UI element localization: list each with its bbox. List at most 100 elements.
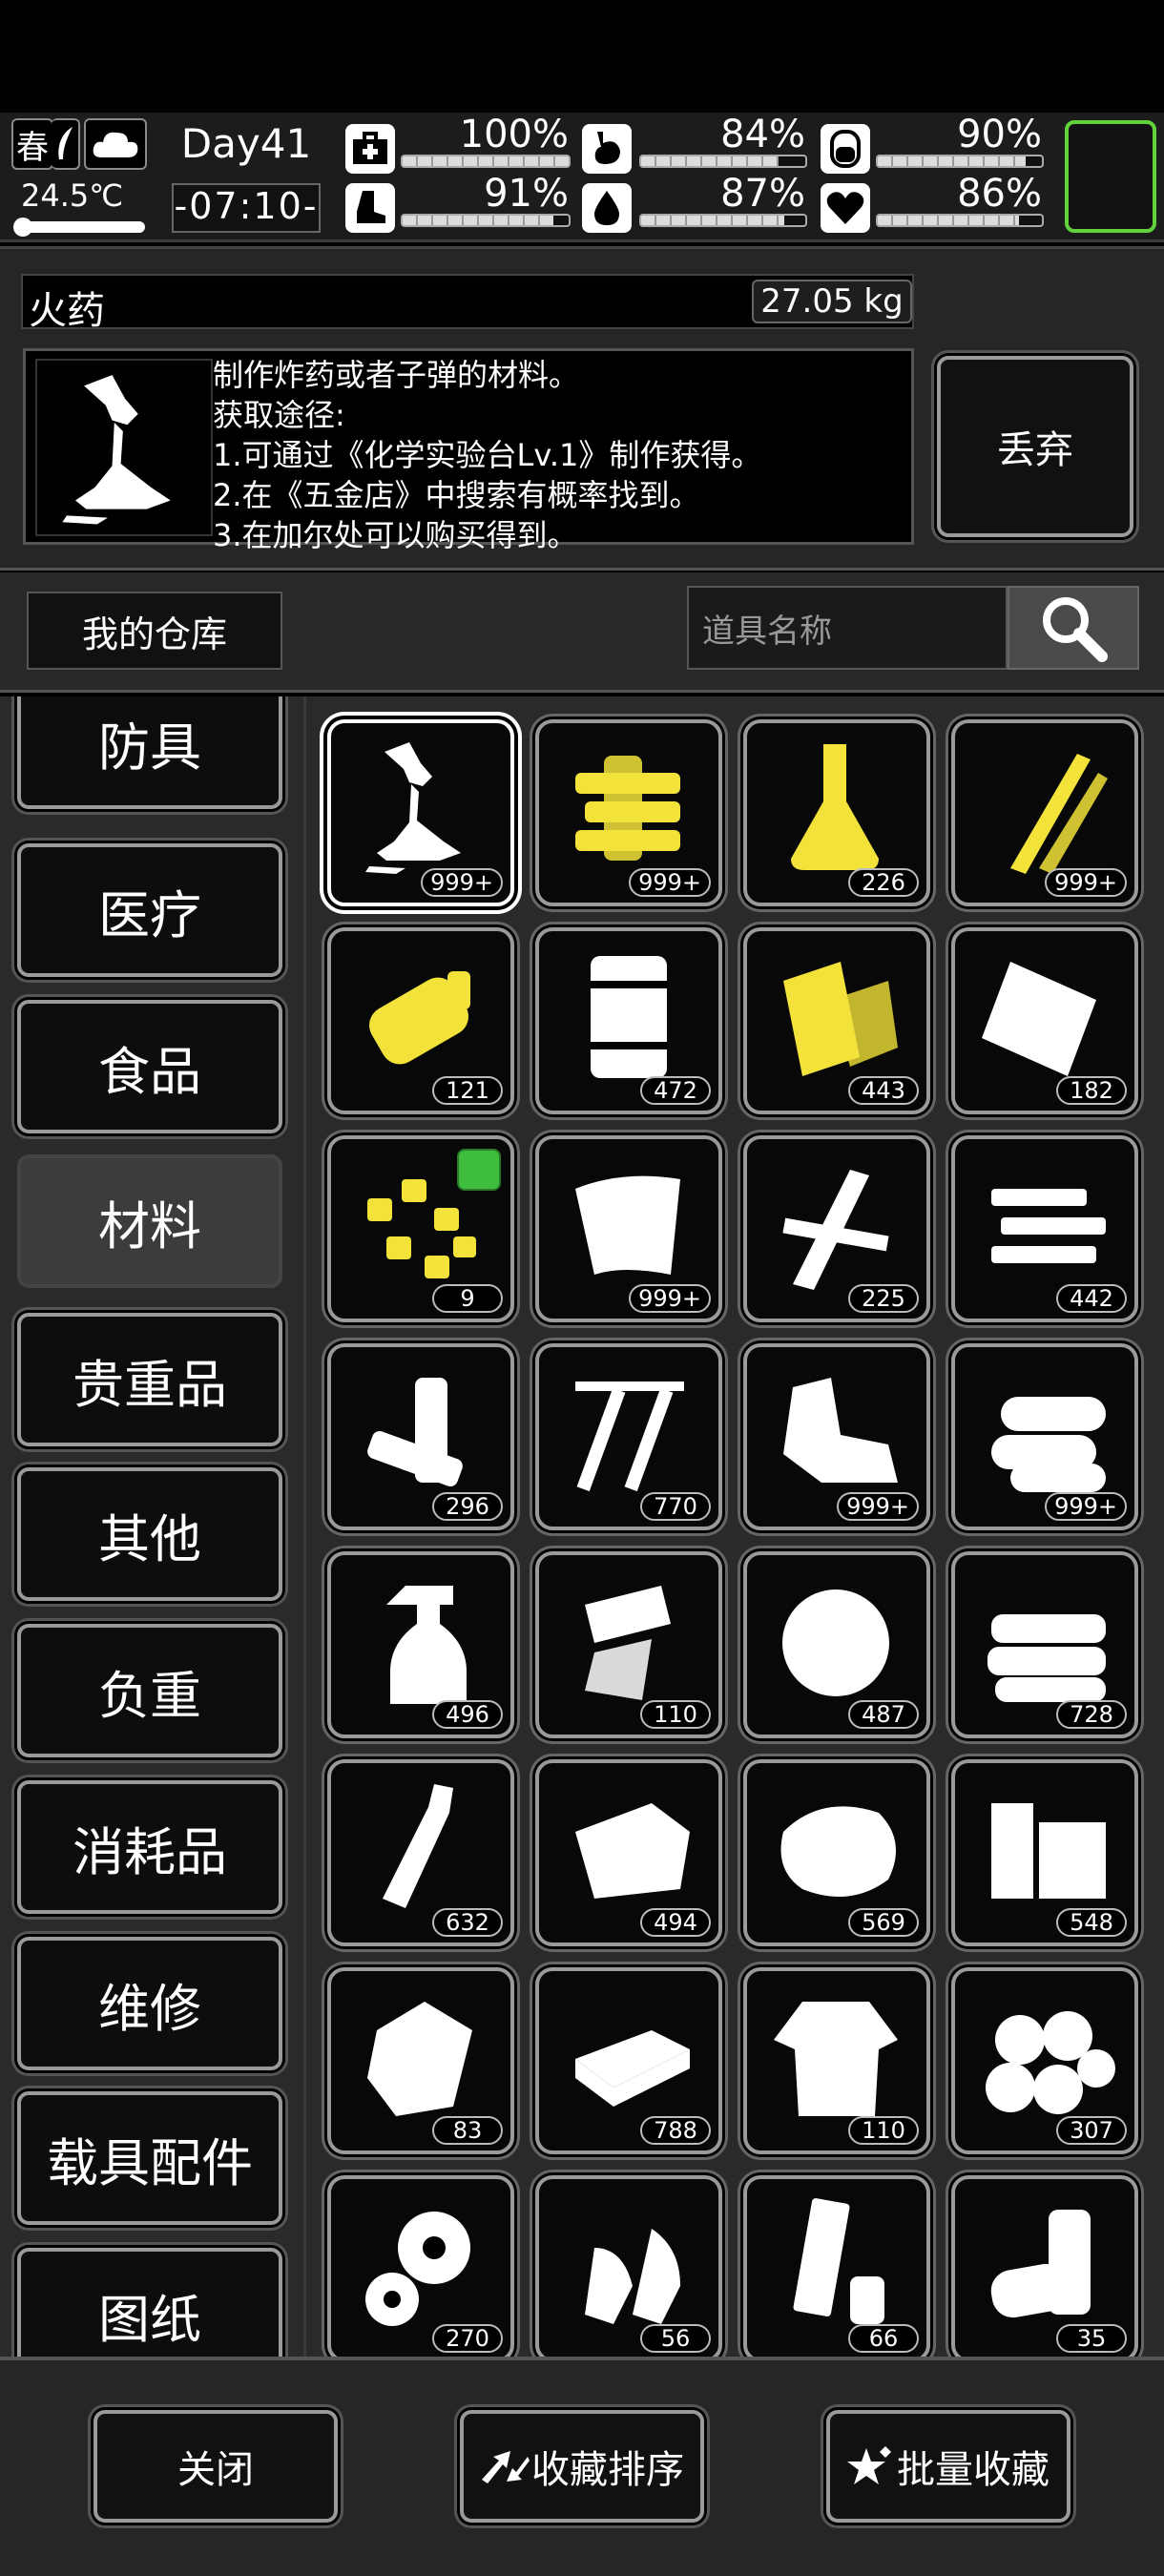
item-slot[interactable]: 83 [327, 1967, 514, 2154]
gunpowder-icon [365, 742, 461, 874]
item-count: 548 [1056, 1908, 1127, 1937]
pipe-icon [793, 2198, 884, 2324]
item-count: 442 [1056, 1284, 1127, 1313]
category-medical[interactable]: 医疗 [17, 843, 282, 977]
item-slot[interactable]: 472 [535, 927, 722, 1114]
item-slot[interactable]: 442 [951, 1135, 1138, 1322]
item-slot[interactable]: 999+ [951, 719, 1138, 906]
category-valuables[interactable]: 贵重品 [17, 1313, 282, 1446]
category-repair[interactable]: 维修 [17, 1937, 282, 2070]
category-vehicle-parts[interactable]: 载具配件 [17, 2091, 282, 2225]
close-button[interactable]: 关闭 [94, 2410, 338, 2523]
item-slot[interactable]: 226 [743, 719, 930, 906]
storage-tab[interactable]: 我的仓库 [27, 592, 282, 670]
item-grid[interactable]: 999+ 999+ 226 999+ 121 472 443 182 9 999+ 225 442 29… [303, 696, 1164, 2357]
health-bar [401, 155, 571, 168]
item-slot[interactable]: 66 [743, 2175, 930, 2357]
item-weight: 27.05 kg [752, 280, 912, 323]
description-line: 1.可通过《化学实验台Lv.1》制作获得。 [213, 437, 762, 473]
gears-icon [365, 2212, 470, 2326]
category-blueprints[interactable]: 图纸 [17, 2248, 282, 2357]
item-slot[interactable]: 296 [327, 1343, 514, 1530]
discard-button[interactable]: 丢弃 [937, 356, 1133, 537]
item-count: 999+ [629, 1284, 711, 1313]
category-armor[interactable]: 防具 [17, 696, 282, 809]
bladder-value: 90% [957, 113, 1042, 156]
item-slot[interactable]: 110 [743, 1967, 930, 2154]
item-slot[interactable]: 999+ [743, 1343, 930, 1530]
flask-icon [791, 744, 879, 870]
category-materials[interactable]: 材料 [17, 1154, 282, 1288]
planks-icon [783, 962, 898, 1076]
item-slot[interactable]: 999+ [535, 1135, 722, 1322]
item-slot[interactable]: 487 [743, 1551, 930, 1738]
category-food[interactable]: 食品 [17, 1000, 282, 1133]
category-label: 消耗品 [73, 1821, 227, 1882]
item-slot[interactable]: 496 [327, 1551, 514, 1738]
item-count: 770 [640, 1492, 711, 1521]
item-slot[interactable]: 110 [535, 1551, 722, 1738]
batch-favorite-button[interactable]: 批量收藏 [826, 2410, 1070, 2523]
item-slot[interactable]: 443 [743, 927, 930, 1114]
cotton-icon [986, 2011, 1115, 2114]
item-slot[interactable]: 56 [535, 2175, 722, 2357]
category-label: 材料 [98, 1195, 201, 1257]
item-slot[interactable]: 788 [535, 1967, 722, 2154]
item-slot[interactable]: 35 [951, 2175, 1138, 2357]
item-slot[interactable]: 999+ [535, 719, 722, 906]
time-value: -07:10- [174, 185, 319, 227]
category-consumables[interactable]: 消耗品 [17, 1780, 282, 1914]
temperature-value: 24.5℃ [21, 177, 124, 214]
spray-bottle-icon [386, 1586, 467, 1704]
category-list[interactable]: 防具 医疗 食品 材料 贵重品 其他 负重 消耗品 维修 载具配件 图纸 [0, 696, 303, 2357]
item-count: 494 [640, 1908, 711, 1937]
item-slot[interactable]: 632 [327, 1759, 514, 1946]
feather-icon [52, 118, 80, 170]
item-slot[interactable]: 548 [951, 1759, 1138, 1946]
rag-shirt-icon [774, 2002, 898, 2116]
item-slot[interactable]: 182 [951, 927, 1138, 1114]
thirst-value: 87% [720, 172, 805, 216]
hunger-bar-fill [641, 156, 779, 166]
search-button[interactable] [1008, 586, 1139, 670]
item-slot[interactable]: 121 [327, 927, 514, 1114]
item-slot[interactable]: 307 [951, 1967, 1138, 2154]
item-count: 999+ [421, 868, 503, 897]
item-slot[interactable]: 9 [327, 1135, 514, 1322]
item-slot[interactable]: 770 [535, 1343, 722, 1530]
item-weight-value: 27.05 kg [760, 282, 904, 321]
bottom-action-bar: 关闭 收藏排序 批量收藏 [0, 2357, 1164, 2576]
item-slot[interactable]: 999+ [327, 719, 514, 906]
thirst-bar [639, 214, 807, 227]
logs-icon [991, 1397, 1106, 1492]
status-bar: 春 24.5℃ Day41 -07:10- 100% 84% 90% 91% 8… [0, 113, 1164, 242]
item-slot[interactable]: 270 [327, 2175, 514, 2357]
hunger-bar [639, 155, 807, 168]
category-other[interactable]: 其他 [17, 1467, 282, 1601]
item-slot[interactable]: 569 [743, 1759, 930, 1946]
item-slot[interactable]: 494 [535, 1759, 722, 1946]
mood-value: 86% [957, 172, 1042, 216]
item-count: 270 [432, 2324, 503, 2353]
towels-icon [987, 1614, 1106, 1702]
item-count: 110 [848, 2116, 919, 2145]
item-slot[interactable]: 225 [743, 1135, 930, 1322]
fiber-ball-icon [782, 1589, 889, 1696]
item-count: 225 [848, 1284, 919, 1313]
item-count: 632 [432, 1908, 503, 1937]
item-name: 火药 [29, 289, 105, 333]
item-count: 9 [432, 1284, 503, 1313]
batteries-icon [367, 1378, 463, 1486]
item-slot[interactable]: 728 [951, 1551, 1138, 1738]
item-name-search-input[interactable]: 道具名称 [687, 586, 1008, 670]
category-label: 防具 [98, 717, 201, 778]
wood-blocks-icon [991, 1803, 1106, 1899]
category-label: 负重 [98, 1665, 201, 1726]
item-slot[interactable]: 999+ [951, 1343, 1138, 1530]
item-count: 226 [848, 868, 919, 897]
category-load[interactable]: 负重 [17, 1624, 282, 1757]
new-item-badge-icon [457, 1149, 501, 1191]
sort-favorites-button[interactable]: 收藏排序 [460, 2410, 704, 2523]
close-button-label: 关闭 [177, 2448, 254, 2492]
equipped-item-slot[interactable] [1065, 120, 1156, 233]
